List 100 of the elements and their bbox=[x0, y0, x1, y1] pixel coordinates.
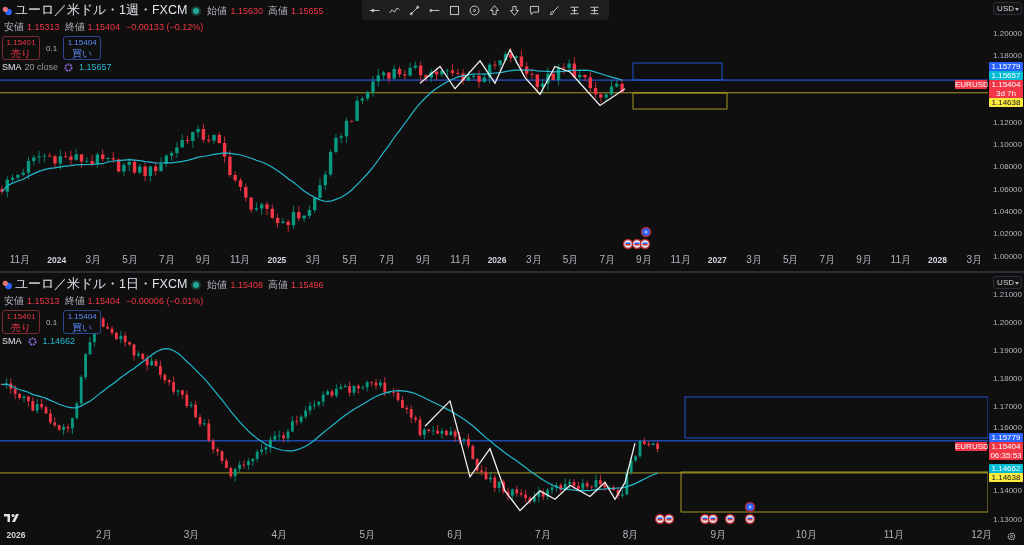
price-label: 1.16000 bbox=[993, 423, 1022, 433]
time-label: 2月 bbox=[96, 528, 112, 542]
circle-icon bbox=[468, 3, 481, 17]
time-label: 3月 bbox=[305, 253, 322, 267]
ohlc-label: 高値 bbox=[267, 3, 288, 18]
price-tag: 1.15657 bbox=[989, 71, 1023, 81]
time-label: 11月 bbox=[883, 528, 905, 542]
price-label: 1.21000 bbox=[993, 289, 1022, 299]
currency-selector[interactable]: USD bbox=[993, 276, 1022, 289]
time-label: 5月 bbox=[342, 253, 359, 267]
time-label: 9月 bbox=[856, 253, 872, 267]
price-label: 1.02000 bbox=[993, 229, 1022, 239]
event-marker-icon[interactable] bbox=[640, 226, 652, 238]
sell-button[interactable]: 1.15401 売り bbox=[2, 36, 40, 60]
time-label: 9月 bbox=[415, 253, 432, 267]
currency-selector[interactable]: USD bbox=[993, 2, 1022, 15]
settings-icon[interactable] bbox=[1007, 532, 1016, 541]
price-tag: 1.14638 bbox=[989, 472, 1023, 482]
time-label: 2028 bbox=[928, 255, 947, 265]
ohlc-value: 1.15496 bbox=[290, 279, 324, 290]
caret-icon bbox=[1015, 282, 1019, 285]
indicator-value: 1.15657 bbox=[79, 62, 112, 72]
price-label: 1.20000 bbox=[993, 28, 1022, 38]
flag-event-icon[interactable] bbox=[654, 513, 666, 525]
indicator-name[interactable]: SMA bbox=[2, 336, 22, 346]
time-label: 11月 bbox=[230, 253, 251, 267]
time-label: 5月 bbox=[122, 253, 138, 267]
spread-value: 0.1 bbox=[45, 43, 59, 53]
price-label: 1.08000 bbox=[993, 162, 1022, 172]
indicator-name[interactable]: SMA bbox=[2, 62, 22, 72]
logo-icon[interactable] bbox=[4, 513, 22, 523]
time-label: 7月 bbox=[379, 253, 395, 267]
price-label: 1.10000 bbox=[993, 140, 1022, 149]
buy-button[interactable]: 1.15404 買い bbox=[63, 310, 102, 334]
symbol-title[interactable]: ユーロ／米ドル・1週・FXCM bbox=[15, 2, 188, 19]
buy-button[interactable]: 1.15404 買い bbox=[63, 36, 102, 60]
time-label: 6月 bbox=[447, 528, 463, 542]
time-label: 5月 bbox=[782, 253, 799, 267]
indicator-params: 20 close bbox=[24, 62, 59, 72]
spread-value: 0.1 bbox=[45, 317, 59, 327]
flag-event-icon[interactable] bbox=[744, 513, 756, 525]
price-change: −0.00006 (−0.01%) bbox=[126, 296, 204, 306]
price-label: 1.00000 bbox=[993, 251, 1022, 261]
ohlc-label: 高値 bbox=[267, 277, 288, 292]
indicator-settings-icon[interactable] bbox=[64, 62, 74, 72]
time-label: 2027 bbox=[707, 255, 727, 265]
time-label: 3月 bbox=[966, 253, 982, 267]
price-tag: 1.15404 3d 7h bbox=[989, 80, 1023, 99]
ohlc-value: 1.15404 bbox=[87, 296, 121, 306]
ohlc-label: 終値 bbox=[64, 294, 85, 308]
time-label: 7月 bbox=[535, 528, 551, 542]
price-label: 1.04000 bbox=[993, 206, 1022, 216]
time-label: 7月 bbox=[819, 253, 836, 267]
price-label: 1.19000 bbox=[993, 345, 1022, 355]
ohlc-label: 始値 bbox=[207, 277, 228, 292]
flag-event-icon[interactable] bbox=[724, 513, 736, 525]
time-label: 12月 bbox=[971, 528, 993, 542]
symbol-title[interactable]: ユーロ／米ドル・1日・FXCM bbox=[15, 276, 188, 293]
time-label: 9月 bbox=[636, 253, 652, 267]
ohlc-value: 1.15313 bbox=[27, 22, 60, 32]
ohlc-label: 安値 bbox=[4, 294, 24, 308]
event-marker-icon[interactable] bbox=[744, 501, 756, 513]
time-label: 2026 bbox=[487, 255, 507, 265]
time-label: 5月 bbox=[562, 253, 579, 267]
ohlc-value: 1.15408 bbox=[230, 279, 263, 290]
time-label: 11月 bbox=[670, 253, 691, 267]
flag-event-icon[interactable] bbox=[663, 513, 675, 525]
time-label: 3月 bbox=[183, 528, 200, 542]
time-label: 8月 bbox=[622, 528, 639, 542]
flag-event-icon[interactable] bbox=[639, 238, 651, 250]
time-label: 4月 bbox=[271, 528, 288, 542]
callout-icon bbox=[528, 3, 541, 17]
price-label: 1.18000 bbox=[993, 373, 1022, 383]
price-label: 1.17000 bbox=[993, 402, 1022, 411]
price-label: 1.12000 bbox=[993, 117, 1022, 127]
flag-event-icon[interactable] bbox=[707, 513, 719, 525]
price-label: 1.06000 bbox=[993, 184, 1022, 194]
price-label: 1.20000 bbox=[993, 317, 1022, 327]
arrow-up-icon bbox=[488, 3, 501, 17]
price-label: 1.14000 bbox=[993, 486, 1022, 496]
time-label: 9月 bbox=[195, 253, 212, 267]
ohlc-value: 1.15404 bbox=[87, 22, 121, 32]
indicator-settings-icon[interactable] bbox=[27, 336, 37, 346]
ohlc-value: 1.15655 bbox=[290, 5, 324, 16]
ohlc-label: 始値 bbox=[207, 3, 228, 18]
price-change: −0.00133 (−0.12%) bbox=[126, 22, 204, 32]
circle-tool[interactable] bbox=[466, 2, 483, 18]
time-label: 5月 bbox=[359, 528, 375, 542]
arrow-down-icon bbox=[508, 3, 521, 17]
time-label: 10月 bbox=[795, 528, 817, 542]
caret-icon bbox=[1015, 8, 1019, 11]
flag-event-icon[interactable] bbox=[622, 238, 634, 250]
price-label: 1.18000 bbox=[993, 50, 1022, 60]
time-label: 3月 bbox=[85, 253, 102, 267]
time-label: 7月 bbox=[159, 253, 175, 267]
rectangle-icon bbox=[448, 3, 461, 17]
price-tag: 1.15779 bbox=[989, 62, 1023, 72]
time-label: 3月 bbox=[746, 253, 762, 267]
time-label: 9月 bbox=[710, 528, 727, 542]
sell-button[interactable]: 1.15401 売り bbox=[2, 310, 40, 334]
